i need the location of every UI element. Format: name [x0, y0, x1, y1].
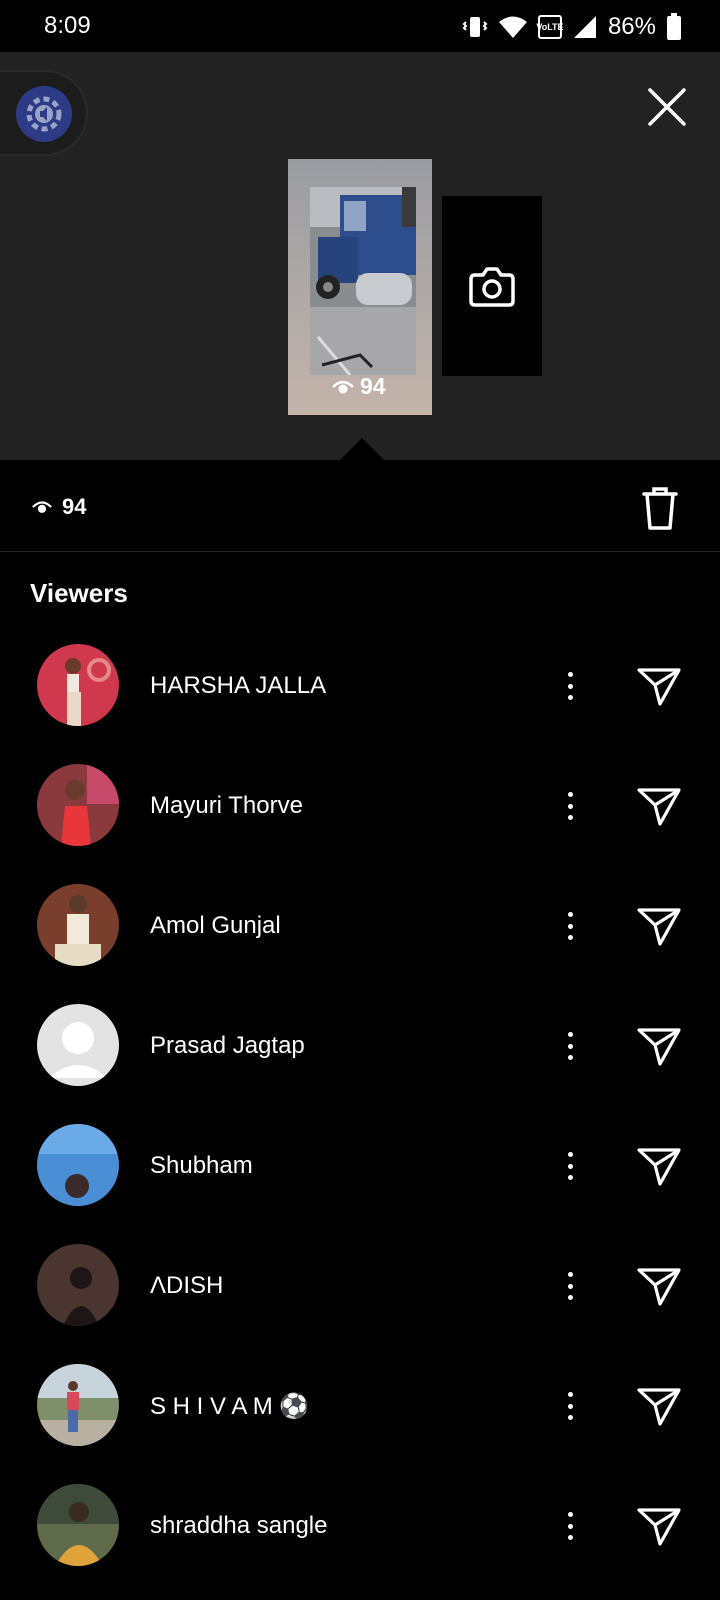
audio-toggle[interactable]: [0, 70, 88, 156]
eye-icon: [332, 380, 354, 393]
avatar[interactable]: [37, 1364, 119, 1446]
story-preview-panel: 94: [0, 52, 720, 460]
story-image: [310, 187, 416, 375]
signal-icon: [573, 16, 596, 38]
avatar[interactable]: [37, 1004, 119, 1086]
more-vertical-icon[interactable]: [556, 666, 584, 706]
views-count: 94: [32, 494, 86, 520]
status-bar: 8:09 VoLTE 86%: [0, 0, 720, 52]
avatar[interactable]: [37, 1484, 119, 1566]
selection-pointer: [340, 438, 384, 460]
avatar[interactable]: [37, 1124, 119, 1206]
viewer-row[interactable]: HARSHA JALLA: [0, 626, 720, 746]
story-thumbnail[interactable]: 94: [288, 159, 432, 415]
send-icon[interactable]: [636, 786, 682, 828]
viewer-name[interactable]: Prasad Jagtap: [150, 1032, 305, 1060]
viewer-row[interactable]: Amol Gunjal: [0, 866, 720, 986]
send-icon[interactable]: [636, 666, 682, 708]
views-count-text: 94: [62, 494, 87, 519]
viewer-name[interactable]: ΛDISH: [150, 1272, 223, 1300]
add-story-button[interactable]: [442, 196, 542, 376]
send-icon[interactable]: [636, 1386, 682, 1428]
avatar[interactable]: [37, 644, 119, 726]
volte-icon: VoLTE: [536, 15, 564, 39]
viewer-name[interactable]: shraddha sangle: [150, 1512, 327, 1540]
send-icon[interactable]: [636, 1506, 682, 1548]
viewer-row[interactable]: Shubham: [0, 1106, 720, 1226]
more-vertical-icon[interactable]: [556, 786, 584, 826]
status-time: 8:09: [44, 12, 91, 39]
viewer-row[interactable]: shraddha sangle: [0, 1466, 720, 1586]
more-vertical-icon[interactable]: [556, 1266, 584, 1306]
story-view-count: 94: [332, 373, 386, 400]
send-icon[interactable]: [636, 906, 682, 948]
battery-percent: 86%: [607, 13, 656, 40]
viewer-list: HARSHA JALLA Mayuri Thorve Amol Gunjal P…: [0, 626, 720, 1586]
viewer-row[interactable]: S H I V A M ⚽: [0, 1346, 720, 1466]
viewer-row[interactable]: Prasad Jagtap: [0, 986, 720, 1106]
avatar[interactable]: [37, 764, 119, 846]
wifi-icon: [498, 16, 527, 38]
close-icon[interactable]: [642, 82, 692, 132]
viewer-name[interactable]: Mayuri Thorve: [150, 792, 303, 820]
avatar[interactable]: [37, 884, 119, 966]
trash-icon[interactable]: [638, 484, 682, 532]
story-view-count-text: 94: [360, 373, 386, 399]
avatar[interactable]: [37, 1244, 119, 1326]
send-icon[interactable]: [636, 1146, 682, 1188]
more-vertical-icon[interactable]: [556, 1146, 584, 1186]
viewer-name[interactable]: Shubham: [150, 1152, 253, 1180]
more-vertical-icon[interactable]: [556, 906, 584, 946]
viewer-row[interactable]: ΛDISH: [0, 1226, 720, 1346]
viewers-heading: Viewers: [30, 578, 128, 608]
more-vertical-icon[interactable]: [556, 1026, 584, 1066]
send-icon[interactable]: [636, 1026, 682, 1068]
viewer-name[interactable]: HARSHA JALLA: [150, 672, 326, 700]
viewer-name[interactable]: S H I V A M ⚽: [150, 1392, 309, 1421]
audio-settings-icon[interactable]: [16, 86, 72, 142]
eye-icon: [32, 501, 52, 513]
viewer-name[interactable]: Amol Gunjal: [150, 912, 281, 940]
views-summary-row: 94: [0, 460, 720, 552]
status-icons: VoLTE 86%: [462, 12, 682, 42]
more-vertical-icon[interactable]: [556, 1506, 584, 1546]
more-vertical-icon[interactable]: [556, 1386, 584, 1426]
camera-icon[interactable]: [469, 265, 515, 307]
viewer-row[interactable]: Mayuri Thorve: [0, 746, 720, 866]
vibrate-icon: [462, 17, 488, 37]
send-icon[interactable]: [636, 1266, 682, 1308]
battery-icon: [667, 13, 681, 40]
